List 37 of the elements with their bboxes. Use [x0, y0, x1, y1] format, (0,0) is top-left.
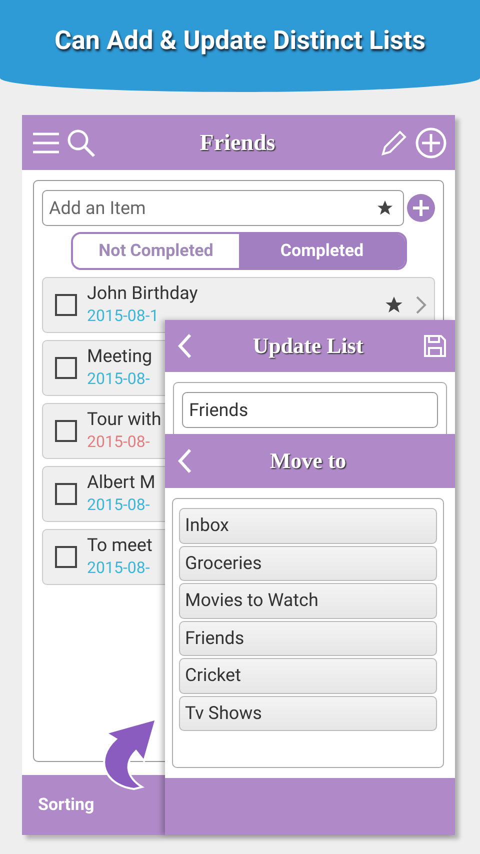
- task-date: 2015-08-1: [87, 305, 159, 327]
- add-icon[interactable]: [415, 126, 447, 158]
- list-option[interactable]: Groceries: [179, 546, 437, 581]
- checkbox[interactable]: [55, 294, 77, 316]
- task-date: 2015-08-: [87, 431, 150, 453]
- banner-title: Can Add & Update Distinct Lists: [54, 26, 426, 58]
- list-option[interactable]: Tv Shows: [179, 696, 437, 731]
- save-icon[interactable]: [423, 334, 447, 358]
- dialog-title: Move to: [268, 448, 348, 474]
- list-option[interactable]: Movies to Watch: [179, 583, 437, 618]
- checkbox[interactable]: [55, 357, 77, 379]
- add-icon[interactable]: [407, 194, 435, 222]
- task-date: 2015-08-: [87, 494, 150, 516]
- list-option[interactable]: Cricket: [179, 658, 437, 694]
- dialog-title: Update List: [252, 333, 364, 359]
- back-icon[interactable]: [177, 448, 193, 474]
- list-title: Friends: [198, 130, 276, 156]
- star-icon[interactable]: [376, 199, 394, 217]
- task-date: 2015-08-: [87, 557, 150, 579]
- search-icon[interactable]: [66, 128, 96, 158]
- task-title: Albert M: [87, 472, 156, 494]
- task-date: 2015-08-: [87, 368, 150, 390]
- list-option[interactable]: Inbox: [179, 508, 437, 544]
- list-name-field[interactable]: Friends: [182, 392, 438, 428]
- task-title: Tour with: [87, 409, 162, 431]
- task-title: To meet: [87, 535, 152, 557]
- star-icon[interactable]: [384, 295, 404, 315]
- add-item-field[interactable]: Add an Item: [42, 190, 404, 226]
- checkbox[interactable]: [55, 483, 77, 505]
- task-title: John Birthday: [87, 283, 198, 305]
- checkbox[interactable]: [55, 546, 77, 568]
- list-option[interactable]: Friends: [179, 620, 437, 656]
- task-title: Meeting: [87, 346, 152, 368]
- back-icon[interactable]: [177, 333, 193, 359]
- chevron-right-icon[interactable]: [414, 295, 428, 315]
- menu-icon[interactable]: [32, 130, 60, 154]
- checkbox[interactable]: [55, 420, 77, 442]
